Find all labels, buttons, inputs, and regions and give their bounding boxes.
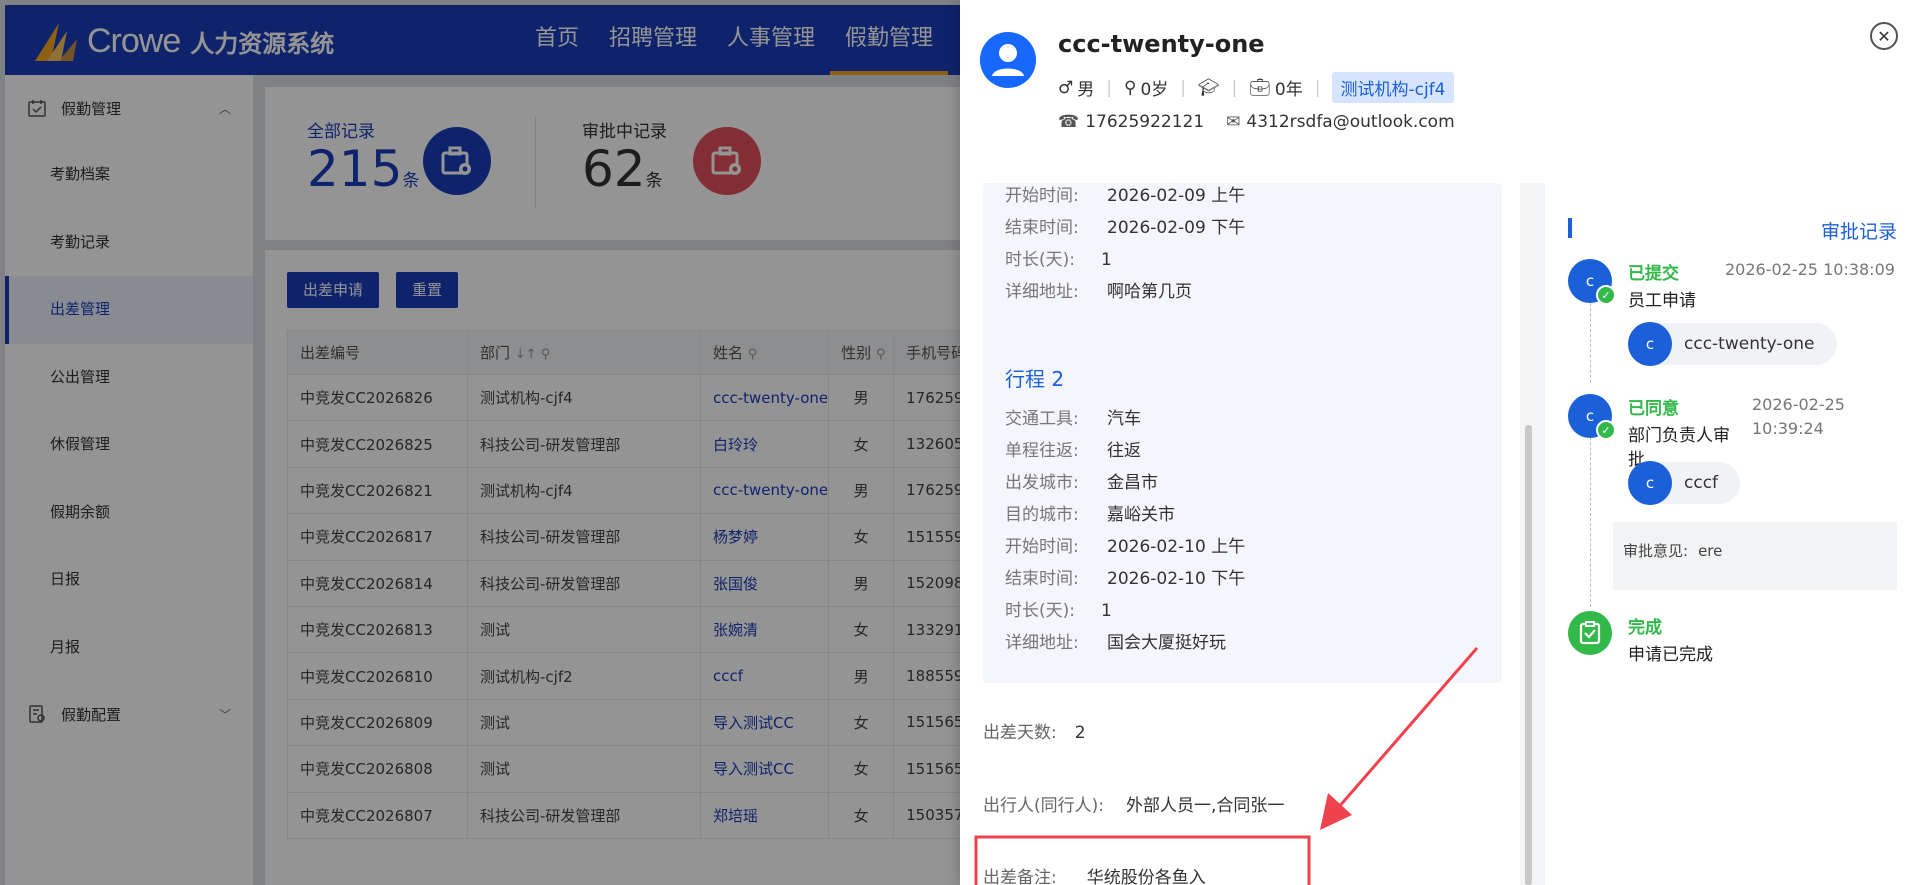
trip2-address: 详细地址: 国会大厦挺好玩 — [1005, 633, 1226, 653]
timeline-connector — [1590, 293, 1591, 383]
tenure: 0年 — [1274, 80, 1303, 100]
user-avatar-icon — [980, 32, 1036, 88]
comment-label: 审批意见: — [1623, 542, 1689, 560]
approver-avatar: c — [1628, 461, 1672, 505]
step2-approver: c cccf — [1628, 461, 1741, 505]
step2-status: 已同意 — [1628, 399, 1679, 419]
briefcase-icon: 💼︎ — [1249, 77, 1271, 98]
itinerary-card: 开始时间: 2026-02-09 上午 结束时间: 2026-02-09 下午 时长… — [983, 183, 1502, 683]
timeline-connector — [1590, 427, 1591, 607]
approver-name: ccc-twenty-one — [1684, 334, 1815, 354]
graduation-cap-icon: 🎓︎ — [1198, 77, 1220, 98]
email: 4312rsdfa@outlook.com — [1246, 112, 1455, 132]
approval-comment: 审批意见: ere — [1613, 522, 1897, 590]
mail-icon: ✉ — [1226, 112, 1241, 132]
trip-days: 出差天数: 2 — [983, 723, 1086, 743]
gender: 男 — [1077, 80, 1095, 100]
phone: 17625922121 — [1085, 112, 1205, 132]
step1-approver: c ccc-twenty-one — [1628, 322, 1837, 366]
section-marker — [1568, 218, 1572, 238]
trip2-from: 出发城市: 金昌市 — [1005, 473, 1158, 493]
trip2-title: 行程 2 — [1005, 367, 1065, 391]
trip1-start: 开始时间: 2026-02-09 上午 — [1005, 186, 1246, 206]
comment-text: ere — [1698, 542, 1723, 560]
profile-name: ccc-twenty-one — [1058, 30, 1265, 58]
close-button[interactable]: ✕ — [1870, 22, 1898, 50]
contact-info: ☎ 17625922121 ✉ 4312rsdfa@outlook.com — [1058, 112, 1455, 132]
step2-clock: 10:39:24 — [1752, 419, 1824, 438]
step2-date: 2026-02-25 — [1752, 395, 1845, 414]
detail-drawer: ✕ ccc-twenty-one ♂ 男 | ⚲ 0岁 | 🎓︎ | 💼︎ 0年… — [960, 0, 1920, 885]
approval-title[interactable]: 审批记录 — [1821, 217, 1897, 244]
step3-status: 完成 — [1628, 618, 1662, 638]
trip2-start: 开始时间: 2026-02-10 上午 — [1005, 537, 1246, 557]
trip2-to: 目的城市: 嘉峪关市 — [1005, 505, 1175, 525]
trip2-way: 单程往返: 往返 — [1005, 441, 1141, 461]
drawer-body: 开始时间: 2026-02-09 上午 结束时间: 2026-02-09 下午 时长… — [960, 183, 1920, 885]
trip-companions: 出行人(同行人): 外部人员一,合同张一 — [983, 796, 1285, 816]
check-icon: ✓ — [1596, 420, 1616, 440]
approval-panel: 审批记录 c ✓ 已提交 2026-02-25 10:38:09 员工申请 c … — [1545, 183, 1920, 885]
approver-avatar: c — [1628, 322, 1672, 366]
trip-detail-column[interactable]: 开始时间: 2026-02-09 上午 结束时间: 2026-02-09 下午 时长… — [960, 183, 1520, 885]
scrollbar-thumb[interactable] — [1525, 425, 1532, 885]
trip1-duration: 时长(天): 1 — [1005, 250, 1112, 270]
close-icon: ✕ — [1877, 26, 1891, 46]
step1-time: 2026-02-25 10:38:09 — [1725, 260, 1895, 279]
trip1-end: 结束时间: 2026-02-09 下午 — [1005, 218, 1246, 238]
age-icon: ⚲ — [1123, 77, 1137, 98]
profile-meta: ♂ 男 | ⚲ 0岁 | 🎓︎ | 💼︎ 0年 | 测试机构-cjf4 — [1058, 72, 1454, 103]
trip2-transport: 交通工具: 汽车 — [1005, 409, 1141, 429]
trip2-duration: 时长(天): 1 — [1005, 601, 1112, 621]
check-icon: ✓ — [1596, 285, 1616, 305]
step1-status: 已提交 — [1628, 264, 1679, 284]
step3-desc: 申请已完成 — [1628, 645, 1713, 665]
trip1-address: 详细地址: 啊哈第几页 — [1005, 282, 1192, 302]
male-icon: ♂ — [1058, 77, 1074, 98]
step2-desc: 部门负责人审 — [1628, 426, 1730, 446]
trip2-end: 结束时间: 2026-02-10 下午 — [1005, 569, 1246, 589]
modal-mask[interactable] — [0, 0, 960, 885]
clipboard-check-icon — [1568, 611, 1612, 655]
phone-icon: ☎ — [1058, 112, 1080, 132]
age: 0岁 — [1140, 80, 1169, 100]
step1-desc: 员工申请 — [1628, 291, 1696, 311]
org-tag: 测试机构-cjf4 — [1332, 72, 1454, 103]
trip-remark: 出差备注: 华统股份各鱼入 — [983, 868, 1206, 885]
approver-name: cccf — [1684, 473, 1719, 493]
